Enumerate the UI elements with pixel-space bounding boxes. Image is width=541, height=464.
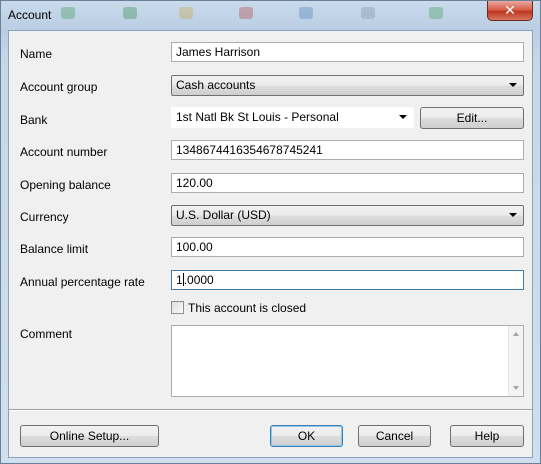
bank-edit-button[interactable]: Edit... [420,107,524,129]
bank-select[interactable]: 1st Natl Bk St Louis - Personal [171,107,414,128]
ghost-icon [429,7,443,19]
account-closed-label[interactable]: This account is closed [188,301,306,315]
apr-value-before-caret: 1 [176,273,183,287]
ghost-icon [179,7,193,19]
opening-balance-value: 120.00 [176,176,213,190]
ghost-icon [299,7,313,19]
apr-value-after-caret: .0000 [183,273,214,287]
online-setup-button[interactable]: Online Setup... [20,425,159,447]
comment-scrollbar[interactable] [508,326,523,396]
opening-balance-field[interactable]: 120.00 [171,173,524,193]
currency-label: Currency [20,210,69,224]
account-number-label: Account number [20,145,108,159]
account-closed-checkbox[interactable] [171,301,184,314]
ghost-icon [361,7,375,19]
apr-label: Annual percentage rate [20,275,145,289]
currency-value: U.S. Dollar (USD) [176,208,271,222]
scroll-down-arrow-icon[interactable] [513,386,519,390]
comment-textarea[interactable] [171,325,524,397]
balance-limit-label: Balance limit [20,242,89,256]
account-group-label: Account group [20,80,98,94]
comment-label: Comment [20,327,73,341]
cancel-button[interactable]: Cancel [358,425,431,447]
name-field[interactable]: James Harrison [171,42,524,62]
title-bar[interactable]: Account ✕ [1,1,540,29]
account-group-value: Cash accounts [176,78,256,92]
background-toolbar-ghost [61,3,481,23]
chevron-down-icon[interactable] [509,83,517,87]
bank-label: Bank [20,113,48,127]
balance-limit-value: 100.00 [176,240,213,254]
ok-button[interactable]: OK [270,425,343,447]
balance-limit-field[interactable]: 100.00 [171,237,524,257]
opening-balance-label: Opening balance [20,178,111,192]
account-group-select[interactable]: Cash accounts [171,75,524,96]
name-label: Name [20,47,53,61]
footer-divider [9,409,532,411]
bank-value: 1st Natl Bk St Louis - Personal [176,110,339,124]
account-dialog: Account ✕ Name James Harrison Account gr… [0,0,541,464]
close-button[interactable]: ✕ [487,1,533,21]
chevron-down-icon[interactable] [399,115,407,119]
close-icon: ✕ [504,2,516,18]
account-number-field[interactable]: 13486744163546787​45241 [171,140,524,160]
chevron-down-icon[interactable] [509,213,517,217]
ghost-icon [239,7,253,19]
ghost-icon [61,7,75,19]
window-title: Account [8,8,52,22]
dialog-client-area: Name James Harrison Account group Cash a… [8,30,533,458]
help-button[interactable]: Help [450,425,524,447]
ghost-icon [123,7,137,19]
currency-select[interactable]: U.S. Dollar (USD) [171,205,524,226]
scroll-up-arrow-icon[interactable] [513,332,519,336]
name-value: James Harrison [176,45,261,59]
account-number-value: 13486744163546787​45241 [176,143,323,157]
apr-field[interactable]: 1.0000 [171,270,524,290]
